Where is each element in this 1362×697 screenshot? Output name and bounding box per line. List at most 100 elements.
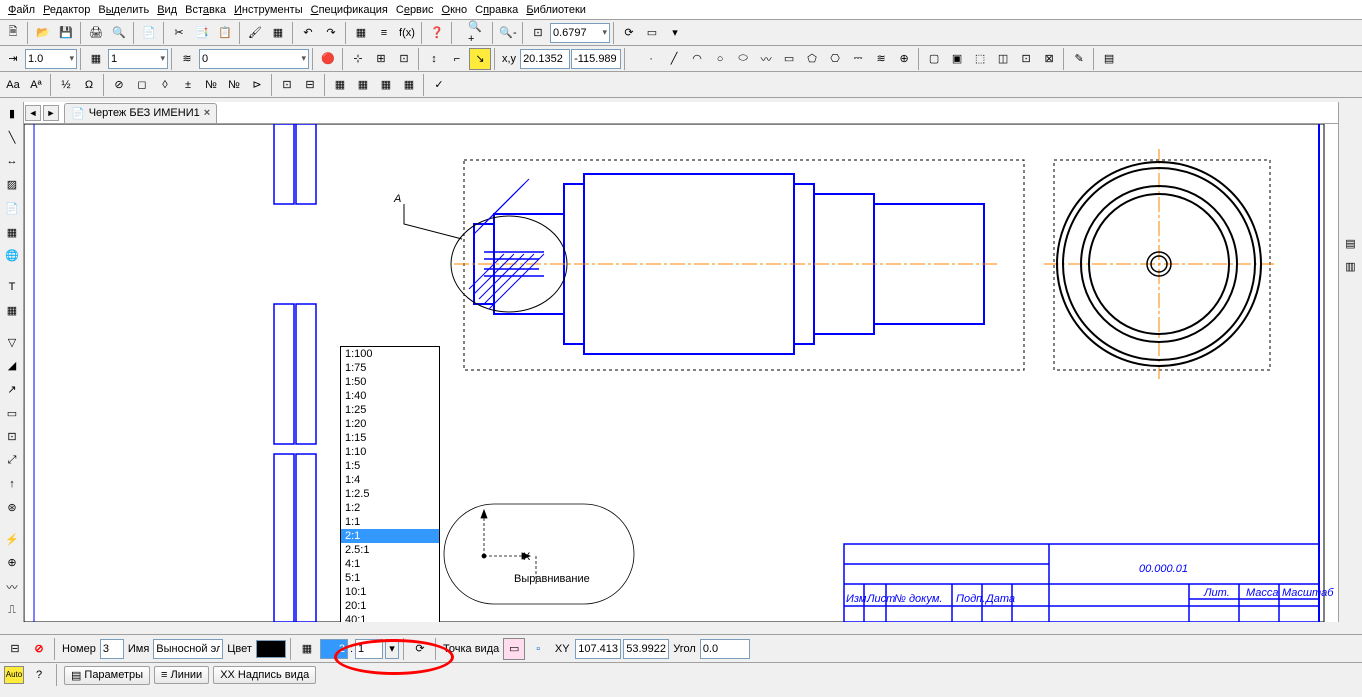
scale-option[interactable]: 1:100 xyxy=(341,347,439,361)
refresh-icon[interactable]: ⟳ xyxy=(618,22,640,44)
geo9-icon[interactable]: ⊡ xyxy=(1015,48,1037,70)
menu-spec[interactable]: Спецификация xyxy=(307,2,392,18)
lt-center-icon[interactable]: ⊕ xyxy=(1,552,23,574)
lt-rough-icon[interactable]: ▽ xyxy=(1,331,23,353)
scale-option[interactable]: 1:2.5 xyxy=(341,487,439,501)
geo11-icon[interactable]: ✎ xyxy=(1068,48,1090,70)
open-icon[interactable]: 📂 xyxy=(32,22,54,44)
coord-y-input[interactable] xyxy=(571,49,621,69)
scale-option[interactable]: 4:1 xyxy=(341,557,439,571)
scale-option[interactable]: 2.5:1 xyxy=(341,543,439,557)
frac-icon[interactable]: ½ xyxy=(55,74,77,96)
grid-icon[interactable]: ▦ xyxy=(350,22,372,44)
zoom-out-icon[interactable]: 🔍- xyxy=(497,22,519,44)
geo10-icon[interactable]: ⊠ xyxy=(1038,48,1060,70)
circle-icon[interactable]: ○ xyxy=(709,48,731,70)
polygon-icon[interactable]: ⬠ xyxy=(801,48,823,70)
imya-input[interactable] xyxy=(153,639,223,659)
menu-window[interactable]: Окно xyxy=(438,2,472,18)
save-icon[interactable]: 💾 xyxy=(55,22,77,44)
char2-icon[interactable]: Aª xyxy=(25,74,47,96)
scale-option[interactable]: 1:1 xyxy=(341,515,439,529)
copy-icon[interactable]: 📑 xyxy=(191,22,213,44)
sym4-icon[interactable]: ± xyxy=(177,74,199,96)
table2-icon[interactable]: ▦ xyxy=(352,74,374,96)
tab-linii[interactable]: ≡ Линии xyxy=(154,666,209,684)
ortho2-icon[interactable]: ⌐ xyxy=(446,48,468,70)
menu-view[interactable]: Вид xyxy=(153,2,181,18)
layer-icon[interactable]: ▦ xyxy=(85,48,107,70)
scale-option[interactable]: 10:1 xyxy=(341,585,439,599)
lt-layers-icon[interactable]: ▦ xyxy=(1,221,23,243)
rt-lib2-icon[interactable]: ▥ xyxy=(1340,255,1362,277)
arc-icon[interactable]: ◠ xyxy=(686,48,708,70)
lt-mark-icon[interactable]: ⊡ xyxy=(1,426,23,448)
step-icon[interactable]: ⇥ xyxy=(2,48,24,70)
bp-lock-icon[interactable]: ⊟ xyxy=(4,638,26,660)
scale-option[interactable]: 1:5 xyxy=(341,459,439,473)
bp-pt2-icon[interactable]: ▫ xyxy=(527,638,549,660)
dropdown-icon[interactable]: ▾ xyxy=(664,22,686,44)
snap3-icon[interactable]: ⊡ xyxy=(393,48,415,70)
coord-x-input[interactable] xyxy=(520,49,570,69)
stop-icon[interactable]: ⊘ xyxy=(28,638,50,660)
layer-select[interactable]: 1 xyxy=(108,49,168,69)
lt-break-icon[interactable]: ⎍ xyxy=(1,599,23,621)
brush-icon[interactable]: 🖌 xyxy=(244,22,266,44)
sym7-icon[interactable]: ⊳ xyxy=(246,74,268,96)
check-icon[interactable]: ✓ xyxy=(428,74,450,96)
sym2-icon[interactable]: ◻ xyxy=(131,74,153,96)
zoom-in-icon[interactable]: 🔍+ xyxy=(467,22,489,44)
bp-refresh-icon[interactable]: ⟳ xyxy=(409,638,431,660)
scale-option[interactable]: 1:2 xyxy=(341,501,439,515)
document-tab[interactable]: 📄 Чертеж БЕЗ ИМЕНИ1 × xyxy=(64,103,217,123)
ortho3-icon[interactable]: ↘ xyxy=(469,48,491,70)
new-doc-icon[interactable]: 🗎 xyxy=(2,22,24,44)
lt-doc-icon[interactable]: 📄 xyxy=(1,198,23,220)
zoom-fit-icon[interactable]: ⊡ xyxy=(527,22,549,44)
style-icon[interactable]: ≋ xyxy=(176,48,198,70)
doc-icon[interactable]: 📄 xyxy=(138,22,160,44)
lt-tol-icon[interactable]: ▭ xyxy=(1,402,23,424)
rt-lib-icon[interactable]: ▤ xyxy=(1340,232,1362,254)
lt-world-icon[interactable]: 🌐 xyxy=(1,245,23,267)
geo12-icon[interactable]: ▤ xyxy=(1098,48,1120,70)
lt-bolt-icon[interactable]: ⚡ xyxy=(1,528,23,550)
auto-icon[interactable]: Auto xyxy=(4,666,24,684)
scale-option[interactable]: 1:75 xyxy=(341,361,439,375)
lt-arrow-icon[interactable]: ↑ xyxy=(1,473,23,495)
omega-icon[interactable]: Ω xyxy=(78,74,100,96)
bp-grid-icon[interactable]: ▦ xyxy=(296,638,318,660)
lt-text-icon[interactable]: T xyxy=(1,276,23,298)
table4-icon[interactable]: ▦ xyxy=(398,74,420,96)
ugol-input[interactable] xyxy=(700,639,750,659)
rect-icon[interactable]: ▭ xyxy=(778,48,800,70)
scale-option[interactable]: 1:4 xyxy=(341,473,439,487)
vars-icon[interactable]: ≡ xyxy=(373,22,395,44)
lt-view-icon[interactable]: ⊛ xyxy=(1,497,23,519)
lt-line-icon[interactable]: ╲ xyxy=(1,127,23,149)
tab-close-icon[interactable]: × xyxy=(204,107,210,119)
scale-option[interactable]: 1:25 xyxy=(341,403,439,417)
tochka-x-input[interactable] xyxy=(575,639,621,659)
menu-select[interactable]: Выделить xyxy=(94,2,153,18)
menu-editor[interactable]: Редактор xyxy=(39,2,94,18)
lt-dim-icon[interactable]: ↔ xyxy=(1,150,23,172)
sym6-icon[interactable]: № xyxy=(223,74,245,96)
scale-dropdown-icon[interactable]: ▾ xyxy=(385,639,399,659)
tab-parametry[interactable]: ▤ Параметры xyxy=(64,666,150,685)
scale-option[interactable]: 20:1 xyxy=(341,599,439,613)
tab-nadpis-vida[interactable]: XX Надпись вида xyxy=(213,666,316,684)
line-icon[interactable]: ╱ xyxy=(663,48,685,70)
table3-icon[interactable]: ▦ xyxy=(375,74,397,96)
color-swatch[interactable] xyxy=(256,640,286,658)
lt-table-icon[interactable]: ▦ xyxy=(1,300,23,322)
print-icon[interactable]: 🖨 xyxy=(85,22,107,44)
menu-insert[interactable]: Вставка xyxy=(181,2,230,18)
undo-icon[interactable]: ↶ xyxy=(297,22,319,44)
geo1-icon[interactable]: ⎔ xyxy=(824,48,846,70)
snap2-icon[interactable]: ⊞ xyxy=(370,48,392,70)
scale-b-input[interactable] xyxy=(355,639,383,659)
nomer-input[interactable] xyxy=(100,639,124,659)
scale-option[interactable]: 40:1 xyxy=(341,613,439,622)
